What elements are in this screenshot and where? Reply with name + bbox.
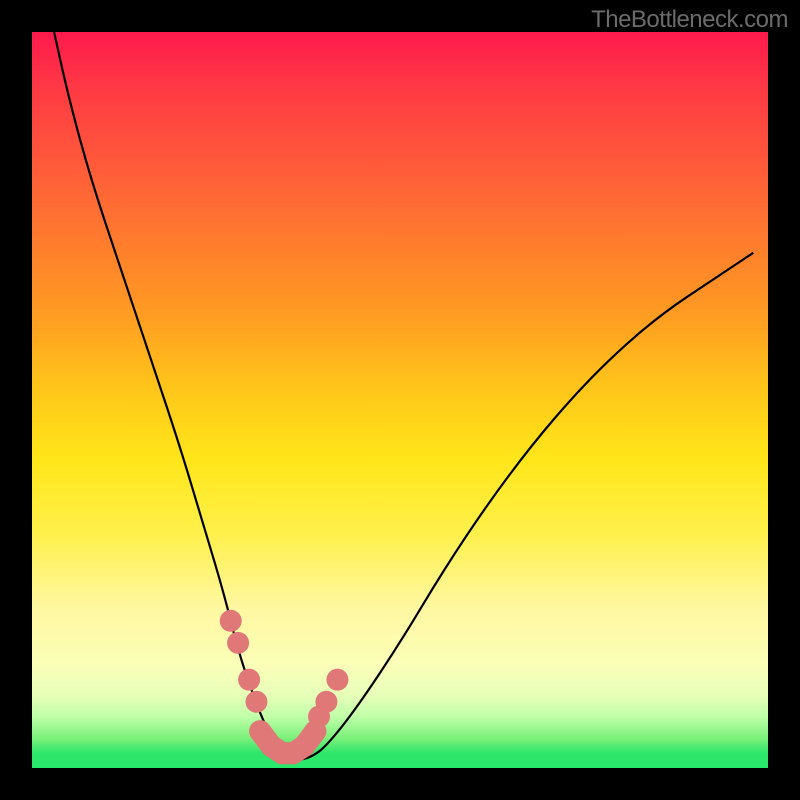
plot-area	[32, 32, 768, 768]
attribution-label: TheBottleneck.com	[591, 6, 788, 34]
highlight-dot	[227, 632, 249, 654]
bottleneck-curve-svg	[32, 32, 768, 768]
chart-frame: TheBottleneck.com	[0, 0, 800, 800]
highlight-dot	[315, 691, 337, 713]
highlight-dot	[245, 691, 267, 713]
highlight-dot	[238, 669, 260, 691]
curve-path	[54, 32, 753, 759]
highlight-dot	[326, 669, 348, 691]
highlight-dot	[220, 610, 242, 632]
